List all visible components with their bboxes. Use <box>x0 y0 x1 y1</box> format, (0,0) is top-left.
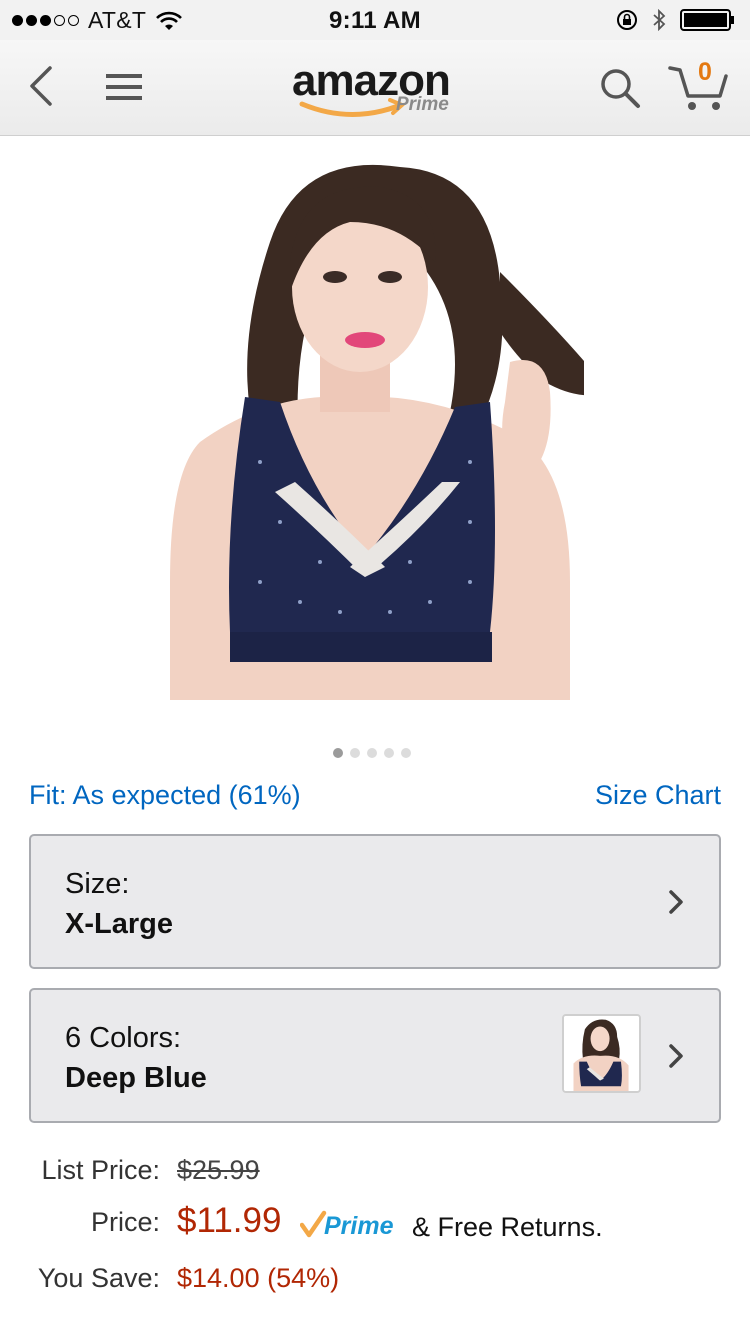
size-value: X-Large <box>65 908 173 940</box>
pager-dot[interactable] <box>401 748 411 758</box>
back-icon[interactable] <box>24 64 60 108</box>
fit-rating-link[interactable]: Fit: As expected (61%) <box>29 780 301 811</box>
color-value: Deep Blue <box>65 1062 207 1094</box>
you-save-value: $14.00 (54%) <box>177 1263 340 1293</box>
you-save-label: You Save: <box>37 1263 160 1293</box>
list-price-label: List Price: <box>41 1155 160 1185</box>
cart-button[interactable]: 0 <box>668 58 730 114</box>
pager-dot[interactable] <box>333 748 343 758</box>
product-image[interactable] <box>150 162 584 700</box>
bluetooth-icon <box>653 9 666 31</box>
image-pager[interactable] <box>333 748 411 758</box>
chevron-right-icon <box>669 1044 683 1068</box>
prime-badge-text: Prime <box>324 1212 394 1240</box>
pager-dot[interactable] <box>384 748 394 758</box>
pager-dot[interactable] <box>350 748 360 758</box>
rotation-lock-icon <box>617 10 637 30</box>
battery-icon <box>680 9 734 31</box>
color-label: 6 Colors: <box>65 1022 182 1054</box>
price-value: $11.99 <box>177 1201 282 1240</box>
product-photo-illustration <box>170 164 584 700</box>
price-label: Price: <box>90 1207 160 1237</box>
smile-arrow-icon <box>299 98 406 118</box>
status-right <box>616 9 736 31</box>
list-price-value: $25.99 <box>177 1155 260 1185</box>
menu-icon[interactable] <box>104 70 144 104</box>
top-nav-bar: amazon Prime 0 <box>0 40 750 136</box>
status-bar: AT&T 9:11 AM <box>0 0 750 40</box>
swatch-photo <box>564 1016 639 1091</box>
size-label: Size: <box>65 868 130 900</box>
prime-check-icon: Prime <box>300 1210 394 1240</box>
logo-prime-label: Prime <box>396 94 449 115</box>
free-returns-text: & Free Returns. <box>412 1212 603 1242</box>
chevron-right-icon <box>669 890 683 914</box>
price-block: List Price: $25.99 Price: $11.99 Prime &… <box>0 1155 750 1315</box>
size-selector[interactable]: Size: X-Large <box>29 834 721 969</box>
size-chart-link[interactable]: Size Chart <box>595 780 721 811</box>
color-swatch-thumbnail[interactable] <box>562 1014 641 1093</box>
search-icon[interactable] <box>598 66 642 110</box>
amazon-prime-logo[interactable]: amazon Prime <box>292 56 472 126</box>
color-selector[interactable]: 6 Colors: Deep Blue <box>29 988 721 1123</box>
cart-count-badge: 0 <box>698 58 712 86</box>
pager-dot[interactable] <box>367 748 377 758</box>
